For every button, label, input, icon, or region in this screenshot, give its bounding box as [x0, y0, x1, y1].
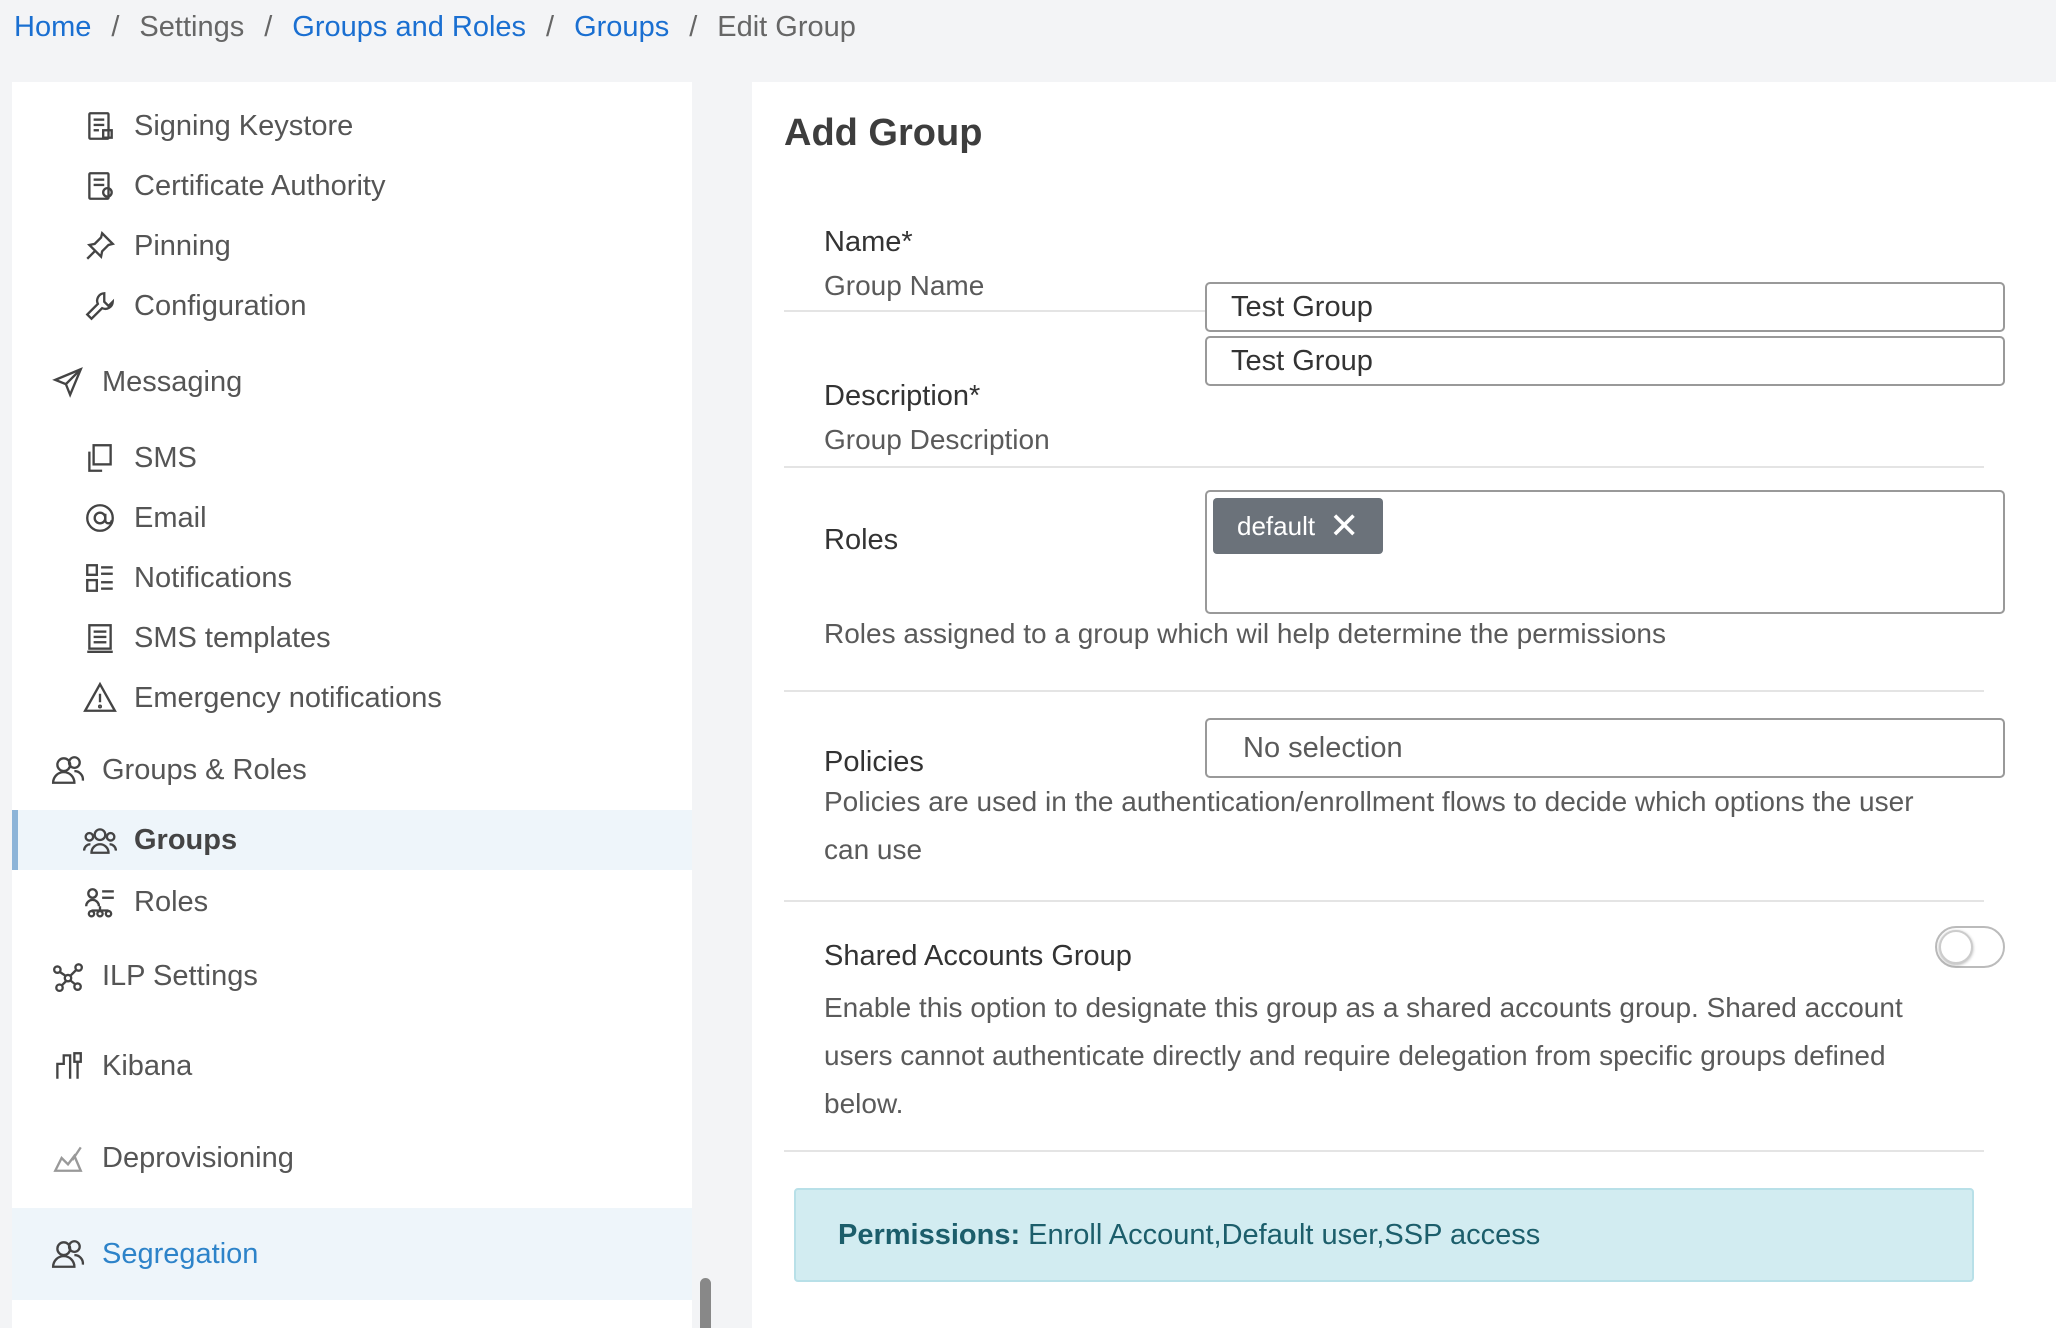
sidebar-item-configuration[interactable]: Configuration: [12, 274, 692, 338]
ilp-icon: [48, 956, 88, 996]
sidebar-item-kibana[interactable]: Kibana: [12, 1028, 692, 1104]
sidebar-item-groups[interactable]: Groups: [12, 810, 692, 870]
shared-accounts-row: Shared Accounts Group Enable this option…: [784, 904, 2005, 1152]
sms-icon: [80, 438, 120, 478]
roles-icon: [80, 882, 120, 922]
sidebar-item-label: Pinning: [134, 229, 231, 262]
sidebar-item-label: Emergency notifications: [134, 681, 442, 714]
main-panel: Add Group Name* Group Name Test Group De…: [752, 82, 2056, 1328]
breadcrumb: Home / Settings / Groups and Roles / Gro…: [14, 0, 856, 54]
breadcrumb-groups-and-roles[interactable]: Groups and Roles: [292, 11, 526, 44]
warning-triangle-icon: [80, 678, 120, 718]
sidebar-scroll-track[interactable]: [692, 82, 718, 1328]
wrench-icon: [80, 286, 120, 326]
sidebar-item-signing-keystore[interactable]: Signing Keystore: [12, 94, 692, 158]
sidebar-item-pinning[interactable]: Pinning: [12, 214, 692, 278]
name-help: Group Name: [824, 270, 985, 301]
sidebar-item-label: SMS: [134, 441, 197, 474]
breadcrumb-separator: /: [111, 10, 120, 43]
sidebar-item-ilp-settings[interactable]: ILP Settings: [12, 938, 692, 1014]
certificate-icon: [80, 166, 120, 206]
users-icon: [48, 750, 88, 790]
roles-label: Roles: [824, 524, 899, 556]
policies-label: Policies: [824, 746, 924, 778]
permissions-label: Permissions:: [838, 1218, 1021, 1251]
sidebar-item-label: Certificate Authority: [134, 169, 386, 202]
deprovision-icon: [48, 1138, 88, 1178]
shared-accounts-toggle[interactable]: [1935, 926, 2005, 968]
description-label: Description*: [824, 380, 981, 412]
roles-multiselect[interactable]: default ✕: [1205, 490, 2005, 614]
sidebar-item-label: ILP Settings: [102, 959, 258, 992]
breadcrumb-separator: /: [264, 10, 273, 43]
template-icon: [80, 618, 120, 658]
pin-icon: [80, 226, 120, 266]
sidebar-item-roles[interactable]: Roles: [12, 870, 692, 934]
breadcrumb-home[interactable]: Home: [14, 11, 91, 44]
roles-help: Roles assigned to a group which wil help…: [824, 618, 1666, 649]
breadcrumb-separator: /: [689, 10, 698, 43]
breadcrumb-settings: Settings: [139, 10, 245, 43]
shared-accounts-help-line1: Enable this option to designate this gro…: [824, 992, 1903, 1023]
policies-select[interactable]: No selection: [1205, 718, 2005, 778]
role-tag: default ✕: [1213, 498, 1384, 554]
notifications-list-icon: [80, 558, 120, 598]
sidebar-item-label: SMS templates: [134, 621, 331, 654]
sidebar-item-label: Configuration: [134, 289, 307, 322]
name-row: Name* Group Name Test Group: [784, 182, 2005, 332]
breadcrumb-groups[interactable]: Groups: [574, 11, 669, 44]
keystore-icon: [80, 106, 120, 146]
sidebar-item-groups-roles[interactable]: Groups & Roles: [12, 732, 692, 808]
sidebar-item-deprovisioning[interactable]: Deprovisioning: [12, 1120, 692, 1196]
sidebar: Signing Keystore Certificate Authority P…: [12, 82, 692, 1328]
name-label: Name*: [824, 226, 913, 258]
sidebar-item-notifications[interactable]: Notifications: [12, 546, 692, 610]
sidebar-item-label: Messaging: [102, 365, 243, 398]
sidebar-item-segregation[interactable]: Segregation: [12, 1208, 692, 1300]
sidebar-item-messaging[interactable]: Messaging: [12, 344, 692, 420]
kibana-icon: [48, 1046, 88, 1086]
policies-help-line2: can use: [824, 834, 923, 865]
paper-plane-icon: [48, 362, 88, 402]
sidebar-item-sms-templates[interactable]: SMS templates: [12, 606, 692, 670]
sidebar-item-label: Notifications: [134, 561, 292, 594]
policies-help-line1: Policies are used in the authentication/…: [824, 786, 1914, 817]
close-icon[interactable]: ✕: [1329, 508, 1359, 544]
description-help: Group Description: [824, 424, 1050, 455]
sidebar-item-sms[interactable]: SMS: [12, 426, 692, 490]
users-icon: [48, 1234, 88, 1274]
roles-row: Roles default ✕ Roles assigned to a grou…: [784, 470, 2005, 692]
sidebar-item-label: Email: [134, 501, 207, 534]
permissions-value: Enroll Account,Default user,SSP access: [1028, 1218, 1541, 1251]
group-icon: [80, 820, 120, 860]
sidebar-item-label: Kibana: [102, 1049, 193, 1082]
shared-accounts-label: Shared Accounts Group: [824, 940, 1132, 972]
sidebar-item-label: Segregation: [102, 1237, 259, 1270]
at-icon: [80, 498, 120, 538]
sidebar-item-email[interactable]: Email: [12, 486, 692, 550]
sidebar-item-certificate-authority[interactable]: Certificate Authority: [12, 154, 692, 218]
sidebar-item-label: Roles: [134, 885, 209, 918]
sidebar-item-emergency-notifications[interactable]: Emergency notifications: [12, 666, 692, 730]
sidebar-scrollbar-thumb[interactable]: [700, 1278, 711, 1328]
sidebar-item-label: Groups: [134, 823, 238, 856]
breadcrumb-separator: /: [546, 10, 555, 43]
shared-accounts-help-line3: below.: [824, 1088, 904, 1119]
policies-row: Policies No selection Policies are used …: [784, 694, 2005, 902]
toggle-knob: [1939, 930, 1973, 964]
page-title: Add Group: [784, 112, 983, 154]
permissions-alert: Permissions: Enroll Account,Default user…: [794, 1188, 1974, 1282]
description-row: Description* Group Description Test Grou…: [784, 314, 2005, 468]
breadcrumb-current: Edit Group: [717, 10, 856, 43]
sidebar-item-label: Groups & Roles: [102, 753, 307, 786]
role-tag-label: default: [1237, 510, 1316, 541]
shared-accounts-help-line2: users cannot authenticate directly and r…: [824, 1040, 1886, 1071]
description-input[interactable]: Test Group: [1205, 336, 2005, 386]
sidebar-item-label: Deprovisioning: [102, 1141, 294, 1174]
sidebar-item-label: Signing Keystore: [134, 109, 354, 142]
